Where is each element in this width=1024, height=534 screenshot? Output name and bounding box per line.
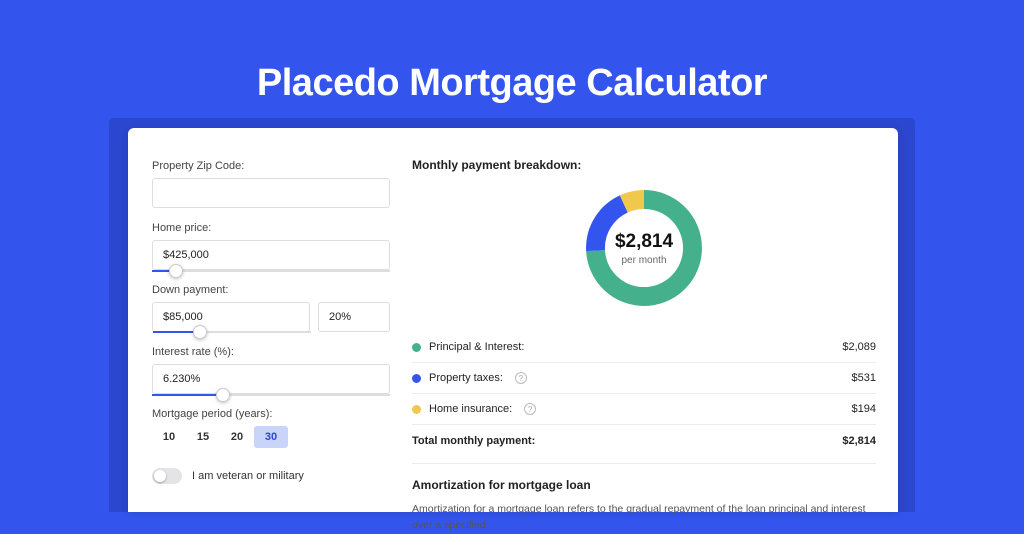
home-price-label: Home price:	[152, 222, 390, 234]
slider-thumb[interactable]	[193, 325, 207, 339]
zip-group: Property Zip Code:	[152, 160, 390, 208]
page-title: Placedo Mortgage Calculator	[0, 0, 1024, 105]
total-row: Total monthly payment: $2,814	[412, 424, 876, 463]
legend-dot	[412, 343, 421, 352]
period-option-20[interactable]: 20	[220, 426, 254, 448]
donut-amount: $2,814	[615, 231, 673, 253]
legend-value: $194	[852, 403, 876, 415]
total-label: Total monthly payment:	[412, 435, 535, 447]
interest-input[interactable]: 6.230%	[152, 364, 390, 394]
legend-dot	[412, 405, 421, 414]
legend-label: Home insurance:	[429, 403, 512, 415]
legend-value: $531	[852, 372, 876, 384]
period-group: Mortgage period (years): 10152030	[152, 408, 390, 448]
down-payment-pct-input[interactable]: 20%	[318, 302, 390, 332]
legend-row: Principal & Interest: $2,089	[412, 332, 876, 363]
legend-label: Principal & Interest:	[429, 341, 524, 353]
home-price-input[interactable]: $425,000	[152, 240, 390, 270]
zip-label: Property Zip Code:	[152, 160, 390, 172]
donut-sub: per month	[621, 255, 666, 266]
down-payment-input[interactable]: $85,000	[152, 302, 310, 332]
breakdown-panel: Monthly payment breakdown: $2,814 per mo…	[390, 128, 898, 512]
slider-thumb[interactable]	[169, 264, 183, 278]
form-panel: Property Zip Code: Home price: $425,000 …	[128, 128, 390, 512]
amortization-section: Amortization for mortgage loan Amortizat…	[412, 463, 876, 534]
breakdown-heading: Monthly payment breakdown:	[412, 158, 876, 172]
legend-dot	[412, 374, 421, 383]
donut-wrap: $2,814 per month	[412, 184, 876, 312]
down-payment-label: Down payment:	[152, 284, 390, 296]
info-icon[interactable]: ?	[515, 372, 527, 384]
period-option-30[interactable]: 30	[254, 426, 288, 448]
legend-value: $2,089	[842, 341, 876, 353]
interest-group: Interest rate (%): 6.230%	[152, 346, 390, 394]
legend-row: Home insurance:? $194	[412, 394, 876, 424]
legend-label: Property taxes:	[429, 372, 503, 384]
total-value: $2,814	[842, 435, 876, 447]
period-label: Mortgage period (years):	[152, 408, 390, 420]
down-payment-group: Down payment: $85,000 20%	[152, 284, 390, 332]
donut-chart: $2,814 per month	[580, 184, 708, 312]
amortization-body: Amortization for a mortgage loan refers …	[412, 502, 876, 534]
breakdown-legend: Principal & Interest: $2,089 Property taxe…	[412, 332, 876, 424]
period-option-15[interactable]: 15	[186, 426, 220, 448]
legend-row: Property taxes:? $531	[412, 363, 876, 394]
zip-input[interactable]	[152, 178, 390, 208]
period-option-10[interactable]: 10	[152, 426, 186, 448]
down-payment-slider[interactable]	[153, 331, 311, 333]
veteran-label: I am veteran or military	[192, 470, 304, 482]
interest-slider[interactable]	[152, 394, 390, 396]
calculator-card: Property Zip Code: Home price: $425,000 …	[128, 128, 898, 512]
veteran-toggle[interactable]	[152, 468, 182, 484]
interest-label: Interest rate (%):	[152, 346, 390, 358]
info-icon[interactable]: ?	[524, 403, 536, 415]
veteran-row: I am veteran or military	[152, 468, 390, 484]
period-options: 10152030	[152, 426, 390, 448]
home-price-group: Home price: $425,000	[152, 222, 390, 270]
home-price-slider[interactable]	[152, 270, 390, 272]
amortization-heading: Amortization for mortgage loan	[412, 478, 876, 492]
slider-thumb[interactable]	[216, 388, 230, 402]
